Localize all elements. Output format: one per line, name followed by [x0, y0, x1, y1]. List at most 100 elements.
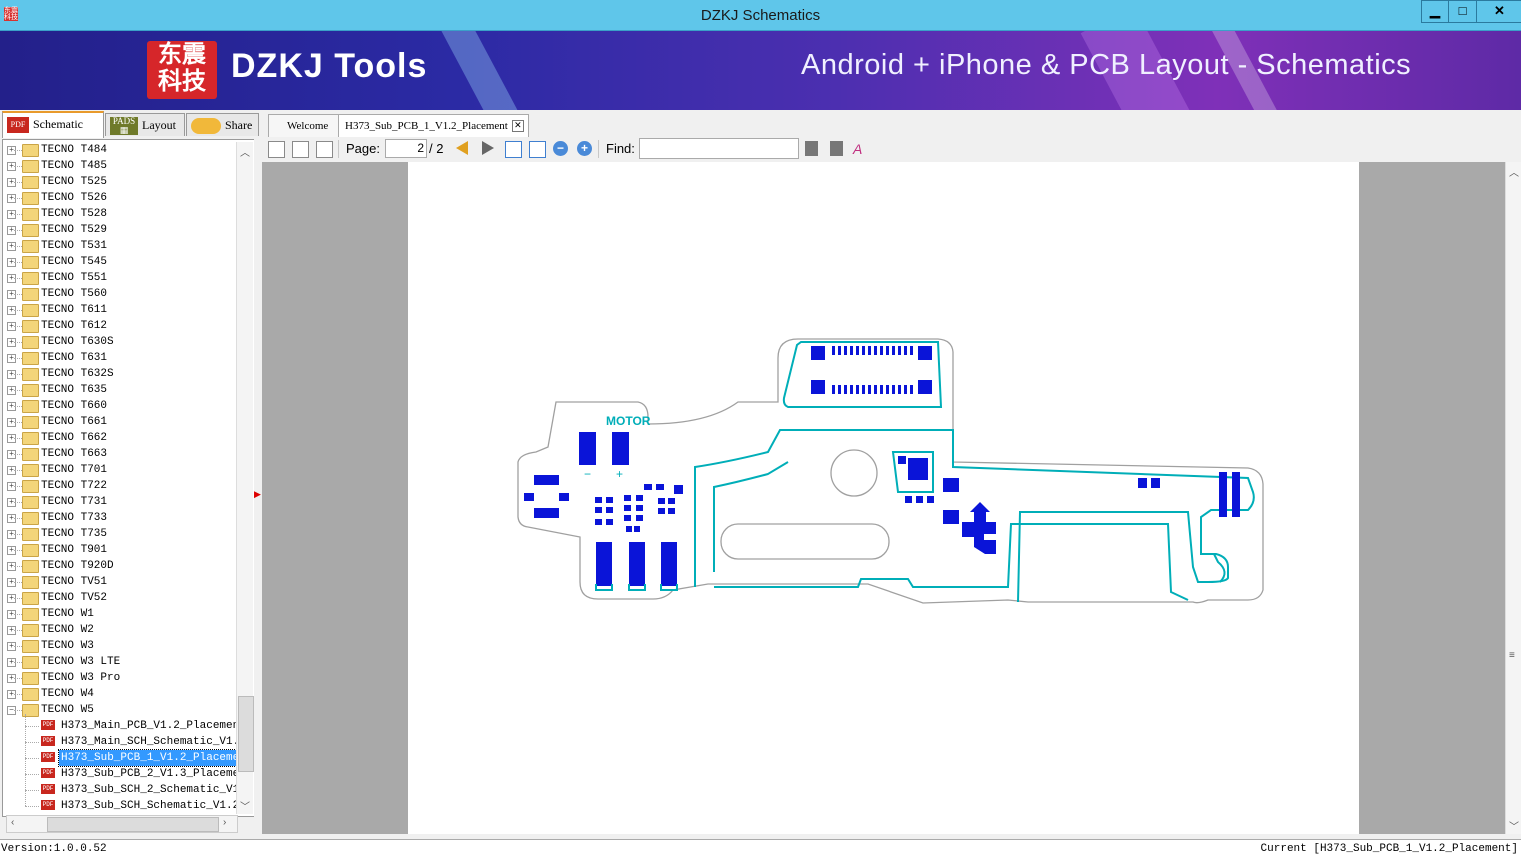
folder-icon — [22, 416, 39, 429]
folder-label: TECNO T529 — [41, 224, 108, 236]
scroll-up-icon[interactable]: ︿ — [1509, 164, 1519, 179]
facing-pages-icon[interactable] — [316, 141, 333, 158]
zoom-in-icon[interactable]: + — [577, 141, 592, 156]
find-next-icon[interactable] — [830, 141, 843, 156]
previous-page-icon[interactable] — [456, 141, 468, 155]
folder-label: TECNO W3 Pro — [41, 672, 121, 684]
tree-connector — [14, 630, 22, 631]
folder-label: TECNO W4 — [41, 688, 94, 700]
tree-connector — [14, 422, 22, 423]
folder-label: TECNO T701 — [41, 464, 108, 476]
tree-connector — [14, 502, 22, 503]
tree-connector — [14, 278, 22, 279]
single-page-icon[interactable] — [268, 141, 285, 158]
tree-connector — [14, 374, 22, 375]
tree-connector — [14, 358, 22, 359]
folder-icon — [22, 496, 39, 509]
tree-connector — [14, 198, 22, 199]
document-viewer[interactable]: MOTOR − + — [262, 162, 1505, 834]
tree-connector — [14, 326, 22, 327]
folder-label: TECNO T611 — [41, 304, 108, 316]
folder-label: TECNO T485 — [41, 160, 108, 172]
folder-icon — [22, 480, 39, 493]
tree-connector — [14, 614, 22, 615]
folder-label: TECNO T661 — [41, 416, 108, 428]
folder-label: TECNO T662 — [41, 432, 108, 444]
pdf-page: MOTOR − + — [408, 162, 1359, 834]
find-previous-icon[interactable] — [805, 141, 818, 156]
tree-hscroll-thumb[interactable] — [47, 817, 219, 832]
folder-label: TECNO T551 — [41, 272, 108, 284]
folder-label: TECNO W3 LTE — [41, 656, 121, 668]
folder-icon — [22, 688, 39, 701]
folder-label: TECNO T722 — [41, 480, 108, 492]
find-input[interactable] — [639, 138, 799, 159]
file-label: H373_Sub_PCB_1_V1.2_Placement — [57, 749, 255, 767]
header-banner: 东震 科技 DZKJ Tools Android + iPhone & PCB L… — [0, 31, 1521, 110]
scroll-down-icon[interactable]: ﹀ — [1509, 818, 1519, 833]
file-label: H373_Sub_SCH_Schematic_V1.2 — [61, 800, 240, 812]
folder-icon — [22, 432, 39, 445]
tree-horizontal-scrollbar[interactable]: ‹ › — [6, 815, 238, 833]
tab-welcome[interactable]: Welcome — [268, 114, 342, 137]
tab-schematic[interactable]: PDF Schematic — [2, 111, 104, 138]
pdf-file-icon: PDF — [41, 720, 55, 730]
folder-label: TECNO T612 — [41, 320, 108, 332]
right-pad — [1151, 478, 1160, 488]
next-page-icon[interactable] — [482, 141, 494, 155]
window-title: DZKJ Schematics — [700, 7, 821, 24]
scroll-grip-icon[interactable]: ≡ — [1509, 650, 1515, 661]
folder-icon — [22, 528, 39, 541]
tree-vertical-scrollbar[interactable]: ︿ ﹀ — [236, 142, 254, 814]
page-number-input[interactable]: 2 — [385, 139, 427, 158]
panel-splitter[interactable]: ▶ — [254, 139, 261, 832]
close-button[interactable]: ✕ — [1476, 0, 1521, 23]
folder-icon — [22, 656, 39, 669]
zoom-out-icon[interactable]: − — [553, 141, 568, 156]
tree-connector — [14, 294, 22, 295]
pdf-file-icon: PDF — [41, 736, 55, 746]
folder-icon — [22, 288, 39, 301]
folder-label: TECNO T901 — [41, 544, 108, 556]
highlight-text-icon[interactable]: A — [853, 141, 868, 157]
folder-label: TECNO T735 — [41, 528, 108, 540]
pdf-file-icon: PDF — [41, 752, 55, 762]
folder-label: TECNO T920D — [41, 560, 114, 572]
tree-connector — [14, 646, 22, 647]
scroll-left-icon[interactable]: ‹ — [11, 817, 14, 828]
pdf-file-icon: PDF — [41, 768, 55, 778]
tree-connector — [14, 166, 22, 167]
document-tabs: Welcome H373_Sub_PCB_1_V1.2_Placement ✕ — [262, 111, 1521, 138]
fit-width-icon[interactable] — [505, 141, 522, 158]
scroll-up-icon[interactable]: ︿ — [240, 144, 250, 159]
collapse-arrow-icon[interactable]: ▶ — [254, 489, 261, 500]
tree-connector — [14, 246, 22, 247]
tree-scroll-thumb[interactable] — [238, 696, 254, 772]
left-component — [524, 475, 569, 518]
tree-connector — [14, 310, 22, 311]
tab-current-document[interactable]: H373_Sub_PCB_1_V1.2_Placement ✕ — [338, 114, 529, 137]
tree-branch-line — [25, 714, 26, 806]
scroll-right-icon[interactable]: › — [223, 817, 226, 828]
tree-connector — [14, 694, 22, 695]
fit-page-icon[interactable] — [529, 141, 546, 158]
folder-label: TECNO T635 — [41, 384, 108, 396]
tab-layout[interactable]: PADS ▦ Layout — [105, 113, 185, 136]
viewer-vertical-scrollbar[interactable]: ︿ ≡ ﹀ — [1505, 162, 1521, 834]
maximize-button[interactable]: □ — [1448, 0, 1477, 23]
close-tab-icon[interactable]: ✕ — [511, 120, 524, 132]
right-connector-pad — [1232, 472, 1240, 517]
folder-label: TECNO W1 — [41, 608, 94, 620]
tree-connector — [25, 726, 39, 727]
minimize-button[interactable]: ▁ — [1421, 0, 1449, 23]
minus-label: − — [584, 467, 591, 481]
scroll-down-icon[interactable]: ﹀ — [240, 798, 250, 813]
folder-icon — [22, 144, 39, 157]
folder-label: TECNO T525 — [41, 176, 108, 188]
tab-share[interactable]: Share — [186, 113, 259, 136]
board-slot — [720, 523, 890, 560]
tree-connector — [14, 150, 22, 151]
tree-connector — [14, 406, 22, 407]
banner-tagline: Android + iPhone & PCB Layout - Schemati… — [801, 49, 1412, 81]
continuous-page-icon[interactable] — [292, 141, 309, 158]
